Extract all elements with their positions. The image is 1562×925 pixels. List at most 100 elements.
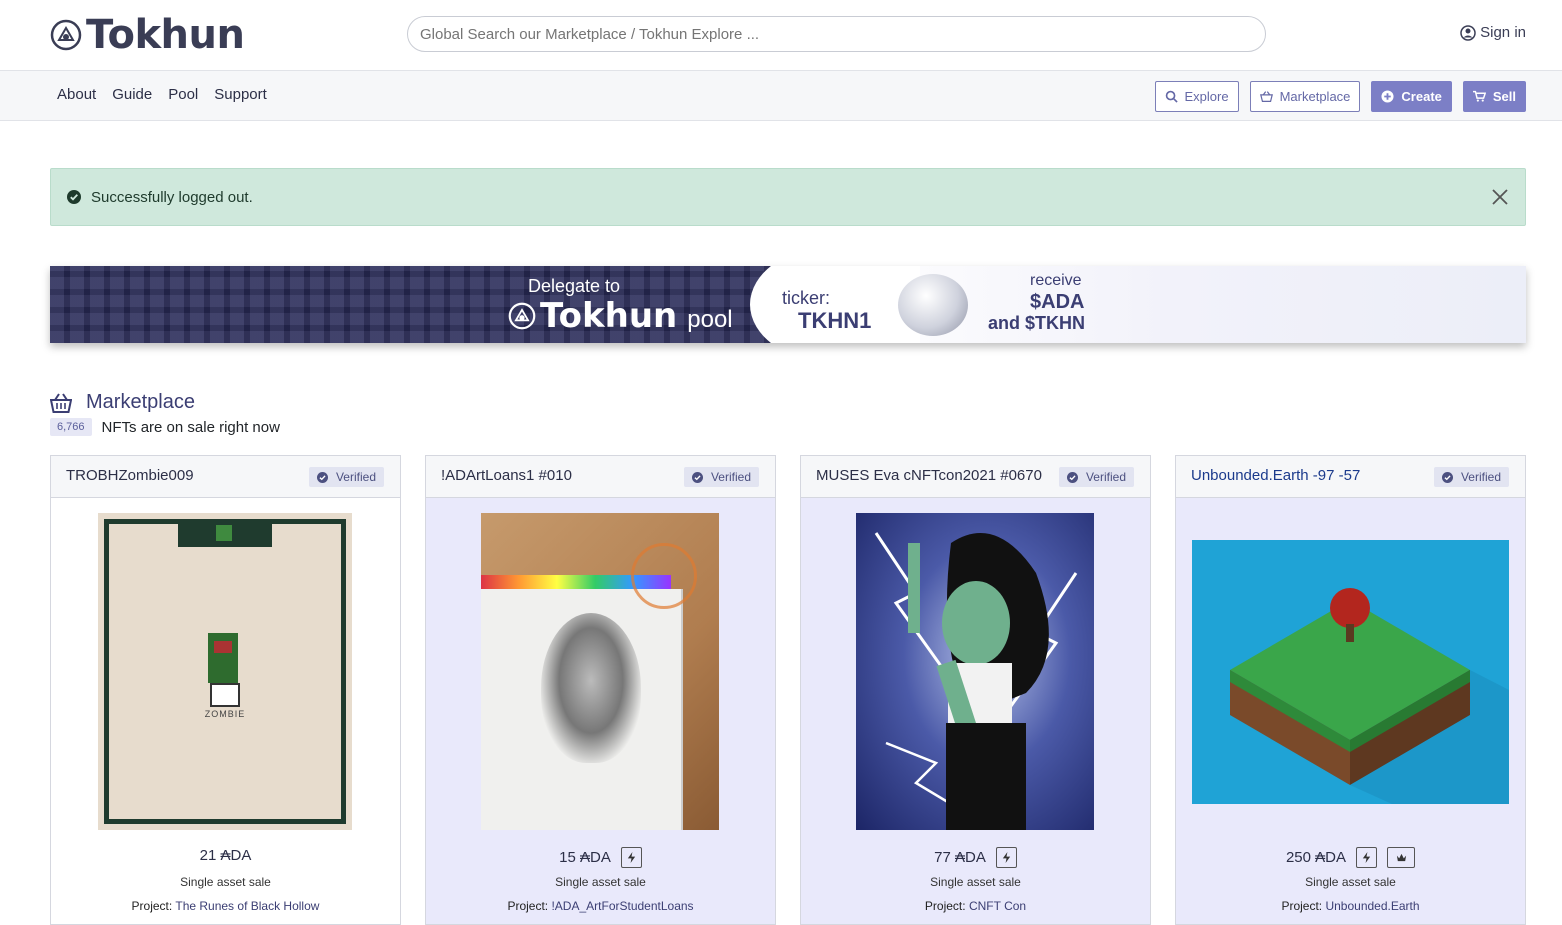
project-label: Project: xyxy=(507,899,549,913)
project-line: Project: !ADA_ArtForStudentLoans xyxy=(426,899,775,913)
nft-art-text: ZOMBIE xyxy=(204,709,246,719)
price-row: 250 ₳DA xyxy=(1176,847,1525,868)
tokhun-logo-icon xyxy=(508,302,536,330)
lightning-icon xyxy=(627,852,636,863)
sale-type: Single asset sale xyxy=(555,875,646,889)
card-header: TROBHZombie009 Verified xyxy=(51,456,400,498)
card-title[interactable]: TROBHZombie009 xyxy=(66,467,194,484)
logout-alert: Successfully logged out. xyxy=(50,168,1526,226)
verified-label: Verified xyxy=(1460,470,1501,484)
nft-card[interactable]: MUSES Eva cNFTcon2021 #0670 Verified 77 … xyxy=(800,455,1151,925)
marketplace-title: Marketplace xyxy=(86,391,195,413)
crown-icon xyxy=(1396,853,1406,862)
lightning-icon xyxy=(1362,852,1371,863)
card-title[interactable]: Unbounded.Earth -97 -57 xyxy=(1191,467,1360,484)
nav-links: About Guide Pool Support xyxy=(57,86,267,103)
marketplace-count: 6,766 NFTs are on sale right now xyxy=(50,418,280,436)
banner-ticker-label: ticker: xyxy=(782,288,831,308)
sale-type: Single asset sale xyxy=(180,875,271,889)
nft-card[interactable]: !ADArtLoans1 #010 Verified 15 ₳DA Single… xyxy=(425,455,776,925)
price: 77 ₳DA xyxy=(934,849,986,866)
verified-label: Verified xyxy=(710,470,751,484)
sale-type: Single asset sale xyxy=(930,875,1021,889)
banner-reward-tkhn: and $TKHN xyxy=(988,313,1086,333)
cart-icon xyxy=(1472,90,1486,102)
project-label: Project: xyxy=(924,899,966,913)
explore-label: Explore xyxy=(1184,89,1229,104)
nav-link-about[interactable]: About xyxy=(57,86,96,103)
price-row: 21 ₳DA xyxy=(51,847,400,864)
banner-pool-logo: Tokhun pool xyxy=(508,296,733,336)
nft-card[interactable]: Unbounded.Earth -97 -57 Verified 250 ₳DA… xyxy=(1175,455,1526,925)
instant-buy-badge xyxy=(620,847,642,868)
instant-buy-badge xyxy=(995,847,1017,868)
verified-label: Verified xyxy=(1085,470,1126,484)
lightning-icon xyxy=(1002,852,1011,863)
card-title[interactable]: MUSES Eva cNFTcon2021 #0670 xyxy=(816,467,1042,484)
project-link[interactable]: The Runes of Black Hollow xyxy=(175,899,319,913)
project-link[interactable]: CNFT Con xyxy=(969,899,1026,913)
banner-delegate-text: Delegate to xyxy=(528,276,621,296)
project-line: Project: Unbounded.Earth xyxy=(1176,899,1525,913)
verified-label: Verified xyxy=(335,470,376,484)
sell-button[interactable]: Sell xyxy=(1462,81,1526,112)
verified-badge: Verified xyxy=(683,467,759,487)
card-title[interactable]: !ADArtLoans1 #010 xyxy=(441,467,572,484)
search-input[interactable] xyxy=(407,16,1266,52)
check-circle-icon xyxy=(67,190,81,204)
create-label: Create xyxy=(1401,89,1442,104)
nft-count-badge: 6,766 xyxy=(50,418,92,436)
project-label: Project: xyxy=(131,899,173,913)
alert-message: Successfully logged out. xyxy=(91,188,253,206)
verified-badge: Verified xyxy=(308,467,384,487)
explore-button[interactable]: Explore xyxy=(1154,81,1239,112)
project-link[interactable]: Unbounded.Earth xyxy=(1325,899,1419,913)
close-icon[interactable] xyxy=(1491,188,1509,206)
price-row: 77 ₳DA xyxy=(801,847,1150,868)
nft-image[interactable] xyxy=(1192,540,1509,804)
check-circle-icon xyxy=(1066,471,1078,483)
banner-bowl-image xyxy=(898,274,968,336)
search-icon xyxy=(1165,90,1178,103)
project-label: Project: xyxy=(1281,899,1323,913)
banner-brand: Tokhun xyxy=(540,296,678,336)
nav-bar: About Guide Pool Support Explore Marketp… xyxy=(0,71,1562,121)
project-link[interactable]: !ADA_ArtForStudentLoans xyxy=(551,899,693,913)
banner-receive: receive xyxy=(1030,272,1082,289)
basket-icon xyxy=(50,392,72,413)
marketplace-heading: Marketplace xyxy=(50,391,195,414)
basket-icon xyxy=(1259,91,1273,102)
check-circle-icon xyxy=(316,471,328,483)
nft-image[interactable] xyxy=(856,513,1094,830)
nav-link-support[interactable]: Support xyxy=(214,86,267,103)
brand-logo[interactable]: Tokhun xyxy=(50,12,245,58)
brand-name: Tokhun xyxy=(86,12,245,58)
create-button[interactable]: Create xyxy=(1371,81,1452,112)
nft-image[interactable] xyxy=(481,513,719,830)
marketplace-button[interactable]: Marketplace xyxy=(1249,81,1361,112)
project-line: Project: The Runes of Black Hollow xyxy=(51,899,400,913)
nav-link-pool[interactable]: Pool xyxy=(168,86,198,103)
project-line: Project: CNFT Con xyxy=(801,899,1150,913)
nav-link-guide[interactable]: Guide xyxy=(112,86,152,103)
price: 15 ₳DA xyxy=(559,849,611,866)
nft-card[interactable]: TROBHZombie009 Verified ZOMBIE 21 ₳DA Si… xyxy=(50,455,401,925)
instant-buy-badge xyxy=(1356,847,1378,868)
sale-type: Single asset sale xyxy=(1305,875,1396,889)
check-circle-icon xyxy=(1441,471,1453,483)
nav-actions: Explore Marketplace Create Sell xyxy=(1154,81,1526,112)
card-header: !ADArtLoans1 #010 Verified xyxy=(426,456,775,498)
sign-in-label: Sign in xyxy=(1480,24,1526,41)
nft-image[interactable]: ZOMBIE xyxy=(98,513,352,830)
royalty-badge xyxy=(1387,847,1416,868)
banner-pool-word: pool xyxy=(687,306,733,333)
price: 21 ₳DA xyxy=(199,847,252,864)
card-header: MUSES Eva cNFTcon2021 #0670 Verified xyxy=(801,456,1150,498)
plus-circle-icon xyxy=(1381,90,1394,103)
pool-banner[interactable]: Delegate to Tokhun pool ticker: TKHN1 re… xyxy=(50,266,1526,343)
price-row: 15 ₳DA xyxy=(426,847,775,868)
banner-ticker: TKHN1 xyxy=(798,308,872,333)
nft-count-text: NFTs are on sale right now xyxy=(101,418,280,436)
sign-in-link[interactable]: Sign in xyxy=(1460,24,1526,41)
sell-label: Sell xyxy=(1492,89,1516,104)
